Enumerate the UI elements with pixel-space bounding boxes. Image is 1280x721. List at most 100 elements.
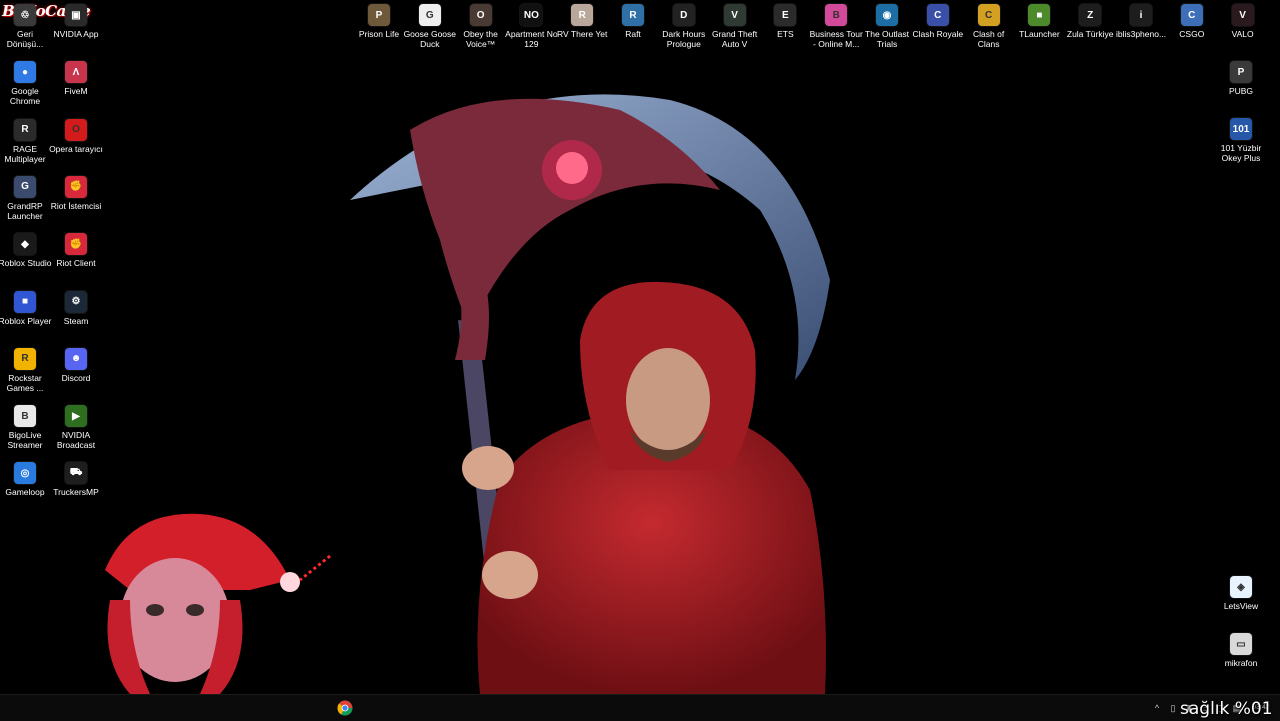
desktop-shortcut-prison-life[interactable]: P Prison Life (354, 0, 404, 39)
taskbar: ^ ▯ ▮ ▭ ▢ ▤ 03:42 (0, 694, 1280, 721)
desktop-shortcut-label: Geri Dönüşü... (6, 29, 44, 49)
desktop-shortcut-truckersmp[interactable]: ⛟ TruckersMP (51, 458, 101, 497)
raft-icon: R (622, 4, 644, 26)
desktop-shortcut-label: Google Chrome (9, 86, 41, 107)
desktop-shortcut-steam[interactable]: ⚙ Steam (51, 287, 101, 326)
riot-client-2-icon: ✊ (65, 233, 87, 256)
mikrafon-icon: ▭ (1230, 633, 1252, 655)
desktop-shortcut-apartment-129[interactable]: NO Apartment No 129 (505, 0, 558, 49)
desktop-shortcut-fivem[interactable]: Λ FiveM (51, 57, 101, 96)
desktop-shortcut-letsview[interactable]: ◈ LetsView (1216, 572, 1266, 611)
desktop-shortcut-label: Roblox Studio (0, 258, 52, 269)
desktop-shortcut-roblox-player[interactable]: ■ Roblox Player (0, 287, 52, 326)
discord-icon: ☻ (65, 347, 87, 370)
desktop-shortcut-mikrafon[interactable]: ▭ mikrafon (1216, 629, 1266, 668)
letsview-icon: ◈ (1230, 576, 1252, 598)
goose-goose-duck-icon: G (418, 4, 441, 26)
desktop-shortcut-label: PUBG (1228, 86, 1254, 96)
desktop-shortcut-opera[interactable]: O Opera tarayıcı (49, 115, 103, 154)
desktop-shortcut-recycle-bin[interactable]: ♲ Geri Dönüşü... (0, 0, 50, 49)
desktop-shortcut-label: FiveM (64, 86, 88, 97)
iblis-icon: i (1130, 4, 1152, 26)
network-icon[interactable]: ▯ (1168, 703, 1178, 713)
desktop-shortcut-riot-client-2[interactable]: ✊ Riot Client (51, 229, 101, 268)
desktop-shortcut-label: TLauncher (1019, 29, 1060, 39)
okey-plus-icon: 101 (1230, 118, 1252, 140)
tlauncher-icon: ■ (1028, 4, 1051, 26)
desktop-shortcut-valorant[interactable]: V VALO (1218, 0, 1268, 39)
desktop-shortcut-pubg[interactable]: P PUBG (1216, 57, 1266, 96)
desktop-shortcut-label: RV There Yet (557, 29, 608, 39)
desktop-shortcut-grandrp[interactable]: G GrandRP Launcher (0, 172, 50, 221)
desktop-shortcut-label: Discord (61, 372, 91, 383)
desktop-shortcut-business-tour[interactable]: B Business Tour - Online M... (810, 0, 863, 49)
outlast-trials-icon: ◉ (876, 4, 898, 26)
desktop-shortcut-label: NVIDIA App (53, 29, 99, 39)
desktop-shortcut-label: mikrafon (1224, 658, 1258, 668)
desktop-shortcut-label: Steam (63, 315, 89, 326)
webcam-overlay-image (0, 500, 340, 694)
desktop-shortcut-label: TruckersMP (53, 487, 99, 498)
desktop-shortcut-rv-there-yet[interactable]: R RV There Yet (557, 0, 607, 39)
desktop-shortcut-outlast-trials[interactable]: ◉ The Outlast Trials (862, 0, 912, 49)
desktop-shortcut-label: BigoLive Streamer (7, 430, 43, 451)
desktop-shortcut-zula[interactable]: Z Zula Türkiye (1065, 0, 1115, 39)
rockstar-icon: R (14, 347, 36, 370)
desktop-shortcut-tlauncher[interactable]: ■ TLauncher (1014, 0, 1064, 39)
desktop-shortcut-label: Zula Türkiye (1066, 29, 1114, 39)
desktop-shortcut-ets[interactable]: E ETS (760, 0, 810, 39)
desktop: ByNoCame ♲ Geri Dönüşü... ● Google Chrome R R… (0, 0, 1280, 694)
recycle-bin-icon: ♲ (14, 4, 36, 26)
desktop-shortcut-dark-hours[interactable]: D Dark Hours Prologue (659, 0, 709, 49)
prison-life-icon: P (368, 4, 390, 26)
ets-icon: E (774, 4, 797, 26)
desktop-shortcut-chrome[interactable]: ● Google Chrome (0, 57, 50, 106)
desktop-shortcut-label: Raft (625, 29, 641, 39)
chrome-icon: ● (14, 61, 36, 84)
desktop-shortcut-nvidia-app[interactable]: ▣ NVIDIA App (51, 0, 101, 39)
desktop-shortcut-label: Roblox Player (0, 315, 52, 326)
pubg-icon: P (1230, 61, 1252, 83)
desktop-shortcut-label: Grand Theft Auto V (711, 29, 758, 49)
desktop-shortcut-gta-v[interactable]: V Grand Theft Auto V (710, 0, 760, 49)
desktop-shortcut-clash-royale[interactable]: C Clash Royale (913, 0, 963, 39)
desktop-shortcut-label: iblis3pheno... (1115, 29, 1167, 39)
desktop-shortcut-okey-plus[interactable]: 101 101 Yüzbir Okey Plus (1216, 114, 1266, 163)
desktop-shortcut-goose-goose-duck[interactable]: G Goose Goose Duck (404, 0, 456, 49)
clash-royale-icon: C (926, 4, 949, 26)
desktop-shortcut-rage-mp[interactable]: R RAGE Multiplayer (0, 115, 50, 164)
desktop-shortcut-label: ETS (777, 29, 794, 39)
desktop-shortcut-label: Obey the Voice™ (463, 29, 498, 49)
nvidia-app-icon: ▣ (65, 4, 87, 26)
desktop-shortcut-riot-client[interactable]: ✊ Riot İstemcisi (51, 172, 101, 211)
desktop-shortcut-discord[interactable]: ☻ Discord (51, 344, 101, 383)
desktop-shortcut-bigolive[interactable]: B BigoLive Streamer (0, 401, 50, 450)
csgo-icon: C (1180, 4, 1203, 26)
desktop-shortcut-gameloop[interactable]: ◎ Gameloop (0, 458, 50, 497)
desktop-shortcut-label: Prison Life (358, 29, 400, 39)
nvidia-broadcast-icon: ▶ (65, 405, 87, 428)
desktop-shortcut-label: CSGO (1179, 29, 1205, 39)
chevron-up-icon[interactable]: ^ (1152, 703, 1162, 713)
desktop-shortcut-raft[interactable]: R Raft (608, 0, 658, 39)
clash-of-clans-icon: C (977, 4, 1000, 26)
desktop-shortcut-obey-the-voice[interactable]: O Obey the Voice™ (456, 0, 506, 49)
steam-icon: ⚙ (65, 290, 87, 313)
taskbar-chrome-icon[interactable] (337, 700, 353, 716)
desktop-shortcut-roblox-studio[interactable]: ◆ Roblox Studio (0, 229, 52, 269)
desktop-shortcut-label: Dark Hours Prologue (662, 29, 706, 49)
desktop-shortcut-label: VALO (1231, 29, 1254, 39)
bigolive-icon: B (14, 405, 36, 428)
riot-client-icon: ✊ (65, 175, 87, 198)
desktop-shortcut-label: The Outlast Trials (865, 29, 909, 49)
fivem-icon: Λ (65, 61, 87, 84)
desktop-shortcut-clash-of-clans[interactable]: C Clash of Clans (964, 0, 1014, 49)
desktop-shortcut-label: GrandRP Launcher (7, 200, 43, 221)
desktop-shortcut-label: Rockstar Games ... (6, 372, 44, 393)
desktop-shortcut-label: NVIDIA Broadcast (56, 430, 96, 451)
desktop-shortcut-iblis[interactable]: i iblis3pheno... (1116, 0, 1166, 39)
desktop-shortcut-rockstar[interactable]: R Rockstar Games ... (0, 344, 50, 393)
desktop-shortcut-nvidia-broadcast[interactable]: ▶ NVIDIA Broadcast (51, 401, 101, 450)
zula-icon: Z (1079, 4, 1102, 26)
desktop-shortcut-csgo[interactable]: C CSGO (1167, 0, 1217, 39)
